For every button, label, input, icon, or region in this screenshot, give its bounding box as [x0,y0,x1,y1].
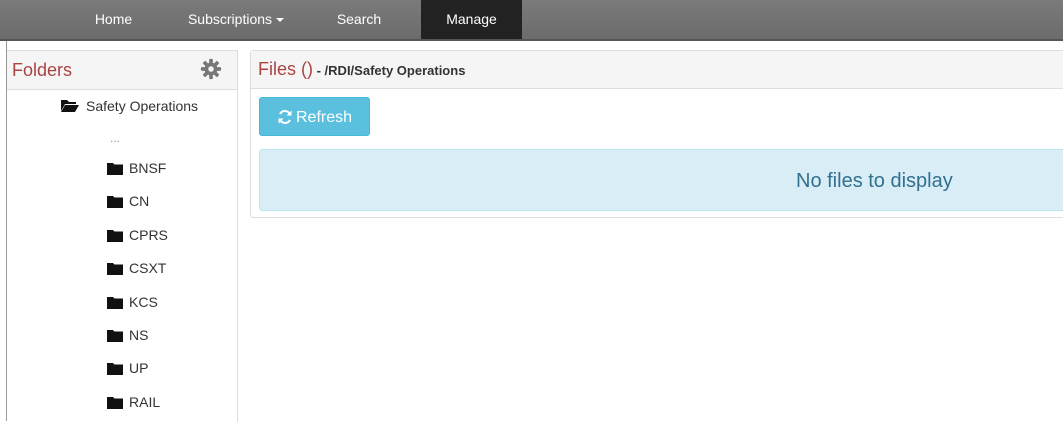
folder-item-label: CPRS [129,227,168,243]
folder-icon [107,362,123,378]
folder-item-label: NS [129,327,149,343]
folder-root-label: Safety Operations [86,98,199,114]
caret-down-icon [276,18,285,23]
folder-icon [107,396,123,412]
nav-manage-label: Manage [446,11,497,27]
files-header: Files () - /RDI/Safety Operations [251,51,1063,89]
folder-item-label: RAIL [129,394,161,410]
empty-files-message: No files to display [796,170,953,192]
top-navbar: Home Subscriptions Search Manage [0,0,1063,41]
nav-subscriptions-label: Subscriptions [187,11,273,27]
folder-icon [107,296,123,312]
files-title: Files () - /RDI/Safety Operations [258,59,465,80]
folder-item-label: UP [129,360,149,376]
folder-item-bnsf[interactable]: BNSF [107,160,166,178]
folders-header: Folders [7,51,237,90]
folder-item-cn[interactable]: CN [107,193,149,211]
nav-manage[interactable]: Manage [421,0,522,39]
empty-files-alert: No files to display [259,149,1063,211]
folder-item-label: CN [129,193,150,209]
gear-icon[interactable] [200,58,222,80]
folder-icon [107,329,123,345]
folder-item-csxt[interactable]: CSXT [107,260,166,278]
folder-icon [107,162,123,178]
refresh-label: Refresh [295,109,353,126]
folder-item-cprs[interactable]: CPRS [107,227,168,245]
folders-panel: Folders Safety Operations ... BNSF CN CP… [7,50,238,422]
files-panel: Files () - /RDI/Safety Operations Refres… [250,50,1063,218]
folder-item-kcs[interactable]: KCS [107,294,158,312]
files-path: - /RDI/Safety Operations [313,63,466,78]
folder-icon [107,195,123,211]
folder-open-icon [60,99,80,116]
folder-item-label: CSXT [129,260,167,276]
folder-item-rail[interactable]: RAIL [107,394,160,412]
folders-title: Folders [12,60,73,80]
folder-icon [107,229,123,245]
folder-root-safety-operations[interactable]: Safety Operations [60,98,198,116]
folder-item-up[interactable]: UP [107,360,148,378]
nav-home[interactable]: Home [79,0,148,39]
refresh-icon [278,110,292,124]
folder-item-ns[interactable]: NS [107,327,148,345]
files-title-text: Files () [258,59,313,79]
tree-ellipsis: ... [110,131,121,145]
folder-item-label: BNSF [129,160,167,176]
nav-search-label: Search [336,11,382,27]
nav-search[interactable]: Search [327,0,391,39]
nav-home-label: Home [94,11,133,27]
folder-icon [107,262,123,278]
refresh-button[interactable]: Refresh [259,97,370,136]
folder-item-label: KCS [129,294,158,310]
nav-subscriptions[interactable]: Subscriptions [168,0,304,39]
